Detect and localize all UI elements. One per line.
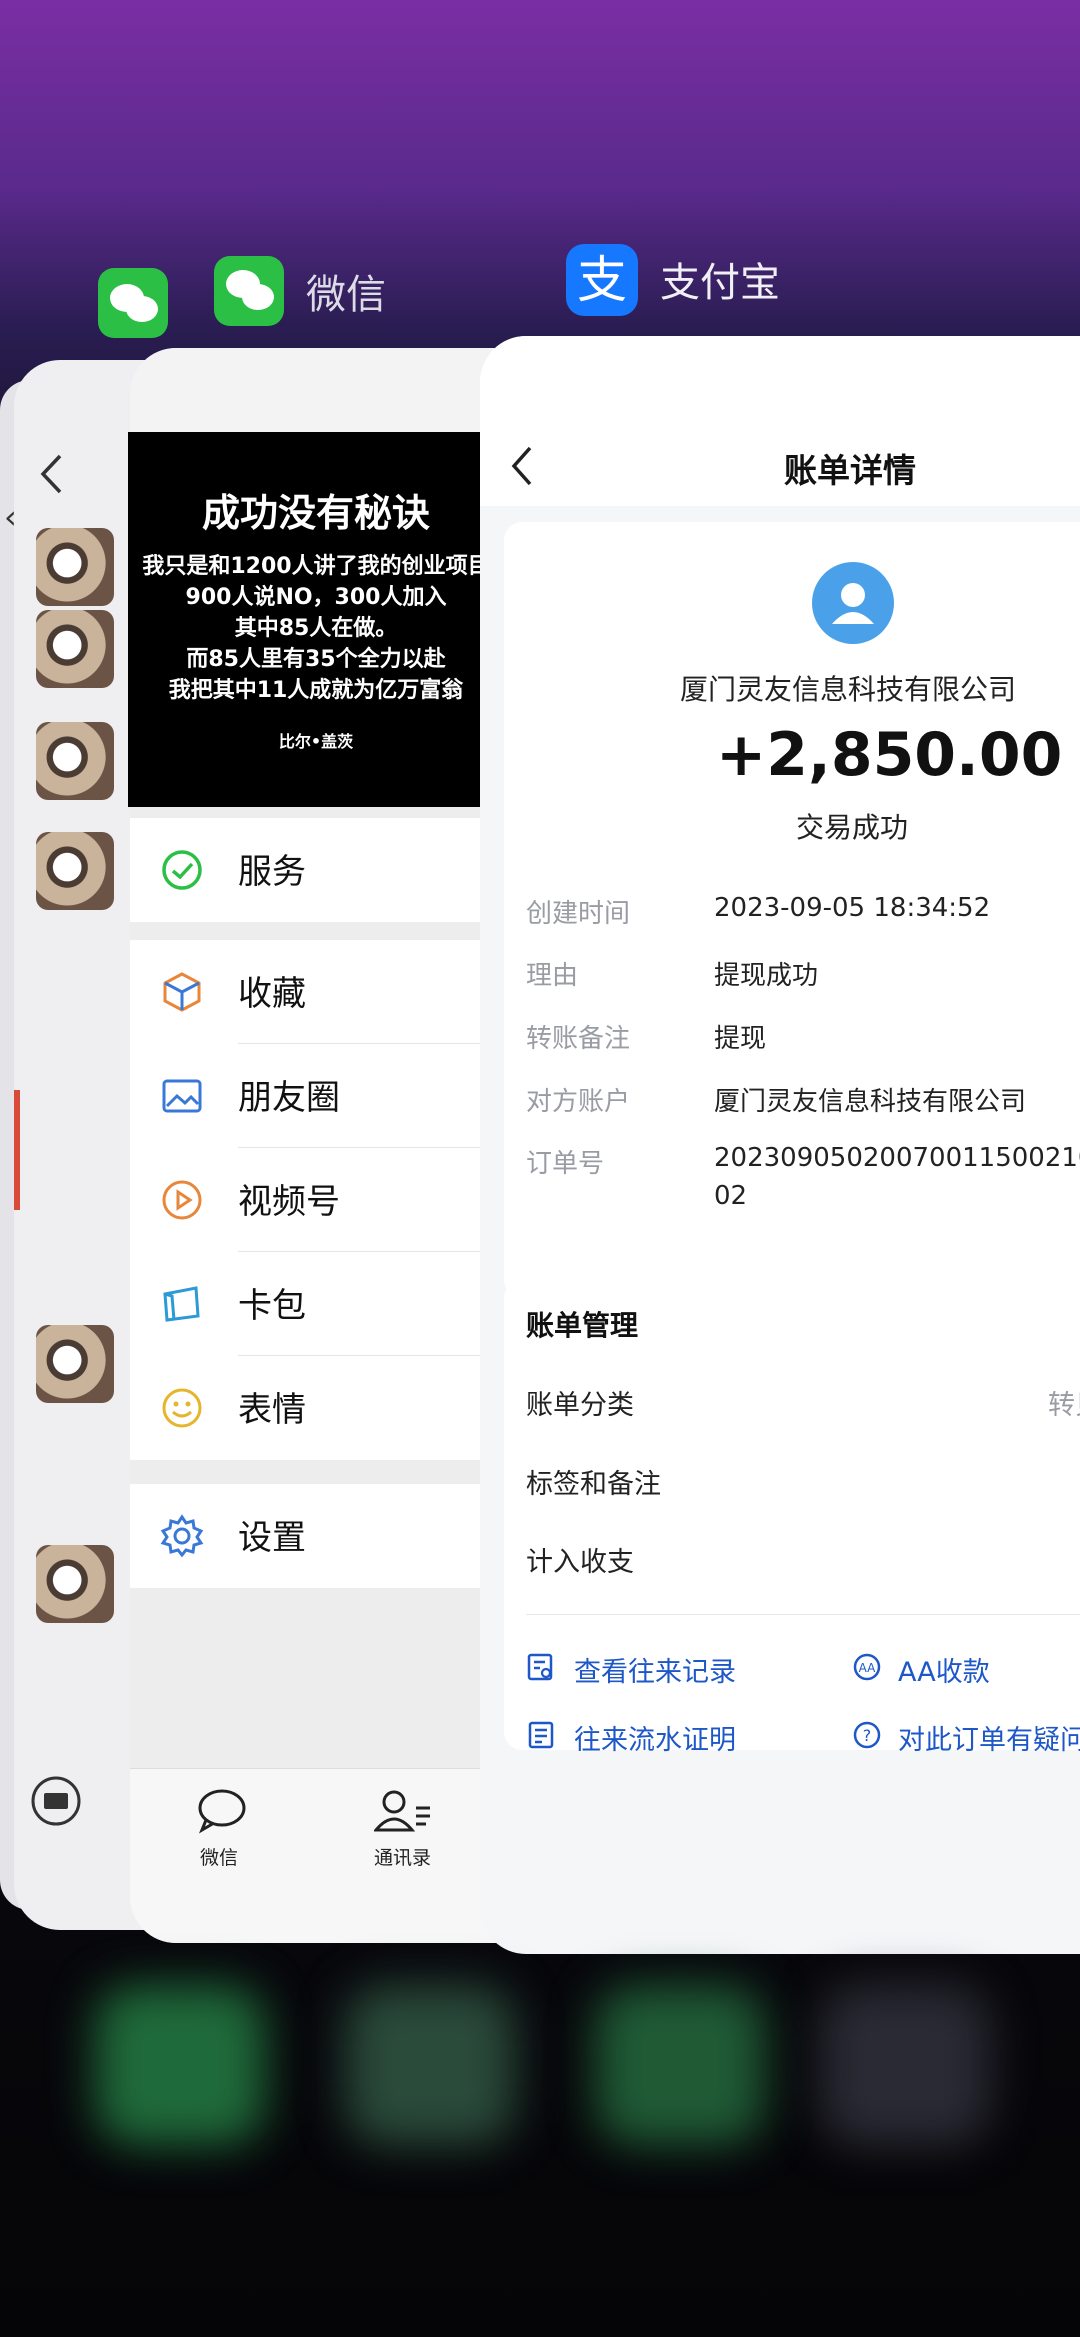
svg-text:AA: AA xyxy=(859,1661,877,1675)
red-indicator xyxy=(14,1090,20,1210)
quote-line: 其中85人在做。 xyxy=(234,616,398,641)
favorites-cube-icon xyxy=(160,970,204,1014)
back-chevron-icon[interactable] xyxy=(38,452,64,500)
svg-text:?: ? xyxy=(863,1726,872,1745)
quote-line: 而85人里有35个全力以赴 xyxy=(186,647,446,672)
payer-name: 厦门灵友信息科技有限公司 xyxy=(680,673,1017,706)
dock-app-blur xyxy=(595,1985,765,2145)
detail-row-order: 订单号 20230905020070011500210 02 xyxy=(526,1143,1080,1211)
payer-avatar xyxy=(812,562,894,644)
menu-label: 朋友圈 xyxy=(238,1078,340,1118)
aa-collect-icon: AA xyxy=(852,1652,882,1686)
count-income-label[interactable]: 计入收支 xyxy=(526,1540,634,1579)
wechat-app-label: 微信 xyxy=(306,272,386,318)
quote-title: 成功没有秘诀 xyxy=(201,491,430,535)
order-question-link[interactable]: 对此订单有疑问 xyxy=(898,1718,1080,1757)
back-chevron-icon[interactable] xyxy=(510,444,534,492)
dock-app-blur xyxy=(345,1985,515,2145)
chat-avatar[interactable] xyxy=(36,610,114,688)
statement-proof-icon xyxy=(526,1720,556,1754)
quote-image: 成功没有秘诀 我只是和1200人讲了我的创业项目 900人说NO，300人加入 … xyxy=(128,432,504,807)
chat-avatar[interactable] xyxy=(36,832,114,910)
divider xyxy=(526,1614,1080,1615)
wechat-app-icon[interactable] xyxy=(214,256,284,326)
dock-app-blur xyxy=(95,1985,265,2145)
wechat-app-icon-small[interactable] xyxy=(98,268,168,338)
chats-tab-icon[interactable] xyxy=(196,1788,248,1838)
chat-avatar[interactable] xyxy=(36,528,114,606)
tags-notes-label[interactable]: 标签和备注 xyxy=(526,1462,661,1501)
quote-line: 900人说NO，300人加入 xyxy=(185,585,447,610)
amount: +2,850.00 xyxy=(716,720,1063,790)
statement-proof-link[interactable]: 往来流水证明 xyxy=(574,1718,736,1757)
menu-label: 收藏 xyxy=(238,974,306,1014)
card-wallet-icon xyxy=(160,1282,204,1326)
page-title: 账单详情 xyxy=(784,451,916,490)
question-icon: ? xyxy=(852,1720,882,1754)
chat-avatar[interactable] xyxy=(36,722,114,800)
chat-avatar[interactable] xyxy=(36,1545,114,1623)
bill-category-label[interactable]: 账单分类 xyxy=(526,1383,634,1422)
menu-label: 设置 xyxy=(238,1518,306,1558)
menu-label: 视频号 xyxy=(238,1182,340,1222)
quote-line: 我只是和1200人讲了我的创业项目 xyxy=(142,554,490,579)
alipay-app-label: 支付宝 xyxy=(660,260,780,306)
chats-tab-label[interactable]: 微信 xyxy=(200,1843,238,1870)
menu-label: 卡包 xyxy=(238,1286,306,1326)
history-record-link[interactable]: 查看往来记录 xyxy=(574,1650,736,1689)
aa-collect-link[interactable]: AA收款 xyxy=(898,1650,990,1689)
dock-app-blur xyxy=(820,1985,990,2145)
management-title: 账单管理 xyxy=(526,1309,639,1342)
service-icon xyxy=(160,848,204,892)
keyboard-icon[interactable] xyxy=(30,1775,82,1831)
quote-line: 我把其中11人成就为亿万富翁 xyxy=(168,678,464,703)
chat-avatar[interactable] xyxy=(36,1325,114,1403)
bill-category-value[interactable]: 转贝 xyxy=(1048,1383,1080,1422)
moments-picture-icon xyxy=(160,1074,204,1118)
channels-play-icon xyxy=(160,1178,204,1222)
history-record-icon xyxy=(526,1652,556,1686)
sticker-smile-icon xyxy=(160,1386,204,1430)
alipay-app-icon[interactable]: 支 xyxy=(566,244,638,316)
settings-gear-icon xyxy=(160,1514,204,1558)
quote-author: 比尔•盖茨 xyxy=(278,732,354,751)
transaction-status: 交易成功 xyxy=(796,811,909,844)
contacts-tab-label[interactable]: 通讯录 xyxy=(374,1843,431,1870)
menu-label: 服务 xyxy=(238,852,306,892)
menu-label: 表情 xyxy=(238,1390,306,1430)
contacts-tab-icon[interactable] xyxy=(372,1788,434,1838)
